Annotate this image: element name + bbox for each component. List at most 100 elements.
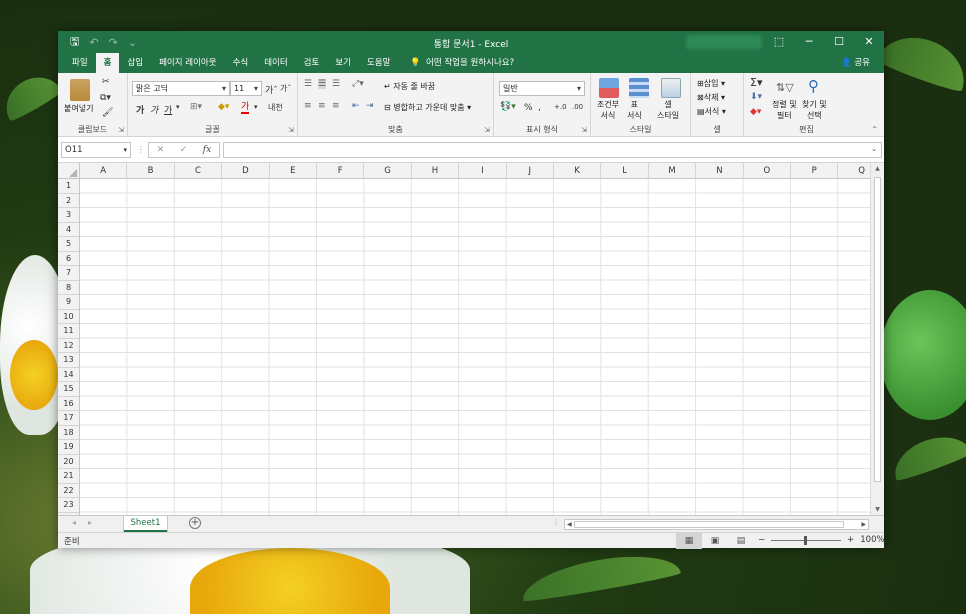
format-painter-icon[interactable]: 🖌	[102, 108, 113, 118]
scroll-left-icon[interactable]: ◀	[567, 520, 572, 529]
close-button[interactable]: ✕	[854, 31, 884, 53]
font-color-button[interactable]: 가	[241, 102, 250, 114]
insert-cells-button[interactable]: ⊞삽입 ▾	[697, 78, 725, 89]
row-header[interactable]: 22	[58, 484, 79, 498]
increase-indent-icon[interactable]: ⇥	[366, 101, 374, 111]
column-header[interactable]: P	[791, 163, 839, 179]
redo-icon[interactable]: ↷	[109, 36, 118, 49]
percent-style-button[interactable]: %	[524, 103, 533, 113]
horizontal-scroll-thumb[interactable]	[574, 521, 844, 528]
fill-icon[interactable]: ⬇▾	[750, 92, 762, 102]
autosum-icon[interactable]: Σ▾	[750, 76, 762, 89]
row-header[interactable]: 18	[58, 426, 79, 440]
tab-home[interactable]: 홈	[95, 53, 120, 73]
cut-icon[interactable]: ✂	[102, 77, 110, 87]
cell-grid[interactable]	[80, 179, 870, 515]
column-header[interactable]: D	[222, 163, 270, 179]
sort-filter-icon[interactable]: ⇅▽	[776, 81, 794, 94]
delete-cells-button[interactable]: ⊠삭제 ▾	[697, 92, 725, 103]
page-break-view-icon[interactable]: ▤	[728, 533, 754, 549]
column-header[interactable]: J	[507, 163, 554, 179]
row-header[interactable]: 7	[58, 266, 79, 281]
column-header[interactable]: B	[127, 163, 175, 179]
row-header[interactable]: 21	[58, 469, 79, 484]
column-header[interactable]: E	[270, 163, 317, 179]
tab-view[interactable]: 보기	[327, 53, 359, 73]
decrease-indent-icon[interactable]: ⇤	[352, 101, 360, 111]
row-header[interactable]: 5	[58, 237, 79, 252]
conditional-formatting-icon[interactable]	[599, 78, 619, 98]
row-header[interactable]: 19	[58, 440, 79, 455]
underline-button[interactable]: 가	[164, 103, 172, 116]
align-bottom-icon[interactable]: ☰	[332, 79, 340, 89]
ribbon-display-options-icon[interactable]: ⬚	[764, 31, 794, 53]
copy-icon[interactable]: ⧉▾	[100, 93, 111, 103]
column-header[interactable]: K	[554, 163, 602, 179]
tab-help[interactable]: 도움말	[359, 53, 398, 73]
align-right-icon[interactable]: ≡	[332, 101, 340, 111]
fill-color-icon[interactable]: ◆▾	[218, 102, 229, 112]
format-as-table-button[interactable]: 표 서식	[627, 99, 642, 121]
minimize-button[interactable]: ─	[794, 31, 824, 53]
row-header[interactable]: 2	[58, 194, 79, 208]
zoom-slider[interactable]	[771, 535, 842, 545]
zoom-in-button[interactable]: +	[847, 535, 854, 545]
insert-function-icon[interactable]: fx	[203, 145, 211, 155]
sheet-tab[interactable]: Sheet1	[124, 516, 167, 532]
name-box[interactable]: O11 ▾	[61, 142, 131, 158]
undo-icon[interactable]: ↶	[89, 36, 98, 49]
row-header[interactable]: 9	[58, 295, 79, 310]
conditional-formatting-button[interactable]: 조건부 서식	[597, 99, 619, 121]
search-icon[interactable]: ⚲	[808, 77, 819, 95]
cell-styles-icon[interactable]	[661, 78, 681, 98]
column-header[interactable]: N	[696, 163, 744, 179]
account-name-blurred[interactable]	[686, 35, 762, 49]
comma-style-button[interactable]: ,	[538, 103, 541, 113]
scroll-up-icon[interactable]: ▲	[871, 165, 884, 172]
column-header[interactable]: C	[175, 163, 223, 179]
column-header[interactable]: I	[459, 163, 507, 179]
shrink-font-icon[interactable]: 가ˇ	[280, 83, 291, 94]
new-sheet-button[interactable]: +	[189, 517, 201, 529]
row-header[interactable]: 13	[58, 353, 79, 368]
column-header[interactable]: F	[317, 163, 365, 179]
row-header[interactable]: 10	[58, 310, 79, 324]
align-left-icon[interactable]: ≡	[304, 101, 312, 111]
accounting-format-icon[interactable]: 💱▾	[500, 102, 516, 112]
alignment-launcher-icon[interactable]: ⇲	[484, 126, 490, 134]
increase-decimal-button[interactable]: +.0	[554, 103, 567, 111]
tab-formulas[interactable]: 수식	[225, 53, 257, 73]
orientation-icon[interactable]: ⤢▾	[352, 79, 364, 89]
format-cells-button[interactable]: ▤서식 ▾	[697, 106, 726, 117]
align-center-icon[interactable]: ≡	[318, 101, 326, 111]
page-layout-view-icon[interactable]: ▣	[702, 533, 728, 549]
grow-font-icon[interactable]: 가ˆ	[265, 83, 278, 96]
row-header[interactable]: 11	[58, 324, 79, 339]
tab-file[interactable]: 파일	[64, 53, 96, 73]
expand-formula-bar-icon[interactable]: ⌄	[871, 145, 877, 153]
zoom-slider-knob[interactable]	[804, 535, 808, 545]
customize-qat-icon[interactable]: ⌄	[128, 36, 137, 49]
align-middle-icon[interactable]: ☰	[318, 79, 327, 89]
column-header[interactable]: M	[649, 163, 697, 179]
phonetic-guide-button[interactable]: 내천	[268, 102, 283, 113]
format-as-table-icon[interactable]	[629, 78, 649, 98]
font-size-select[interactable]: 11 ▾	[230, 81, 262, 96]
row-header[interactable]: 14	[58, 368, 79, 382]
tab-review[interactable]: 검토	[296, 53, 328, 73]
font-launcher-icon[interactable]: ⇲	[288, 126, 294, 134]
italic-button[interactable]: 가	[150, 103, 158, 116]
column-header[interactable]: A	[80, 163, 128, 179]
align-top-icon[interactable]: ☰	[304, 79, 312, 89]
tab-data[interactable]: 데이터	[256, 53, 295, 73]
worksheet-grid[interactable]: ABCDEFGHIJKLMNOPQ 1 2 3 4 5 6 7 8 9 10 11 12 13 14 15 1…	[58, 163, 884, 515]
row-header[interactable]: 4	[58, 223, 79, 237]
paste-icon[interactable]	[70, 79, 90, 101]
cancel-icon[interactable]: ✕	[157, 145, 165, 155]
column-header[interactable]: L	[601, 163, 649, 179]
cell-styles-button[interactable]: 셀 스타일	[657, 99, 679, 121]
font-name-select[interactable]: 맑은 고딕 ▾	[132, 81, 230, 96]
horizontal-scrollbar[interactable]: ◀ ▶	[564, 519, 869, 530]
sheet-nav-arrows[interactable]: ◂▸	[72, 518, 104, 527]
number-launcher-icon[interactable]: ⇲	[581, 126, 587, 134]
